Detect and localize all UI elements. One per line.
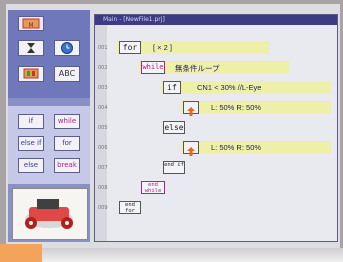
while-condition[interactable]: 無条件ループ — [175, 63, 220, 74]
clock-icon — [61, 42, 73, 54]
row-number: 008 — [98, 185, 108, 191]
else-button[interactable]: else — [18, 158, 44, 173]
row-number: 002 — [98, 65, 108, 71]
row-number: 004 — [98, 105, 108, 111]
row-number: 005 — [98, 125, 108, 131]
palette-top-panel: M ABC — [8, 10, 90, 98]
for-count[interactable]: [ × 2 ] — [153, 43, 172, 52]
palette-control-panel: if while else if for else break — [8, 106, 90, 184]
row-number: 006 — [98, 145, 108, 151]
end-for-block[interactable]: end for — [119, 201, 141, 214]
hourglass-icon — [27, 43, 35, 53]
else-if-button[interactable]: else if — [18, 136, 44, 151]
motor-speed[interactable]: L: 50% R: 50% — [211, 103, 261, 112]
if-condition[interactable]: CN1 < 30% //L-Eye — [197, 83, 261, 92]
end-while-block[interactable]: end while — [141, 181, 165, 194]
break-button[interactable]: break — [54, 158, 80, 173]
motor-arrow-icon — [187, 107, 195, 116]
for-button[interactable]: for — [54, 136, 80, 151]
mode-button[interactable]: M — [18, 16, 44, 31]
motor-block[interactable] — [183, 141, 199, 156]
monitor-icon — [23, 68, 39, 79]
row-number: 003 — [98, 85, 108, 91]
motor-speed[interactable]: L: 50% R: 50% — [211, 143, 261, 152]
svg-text:M: M — [28, 22, 33, 29]
while-button[interactable]: while — [54, 114, 80, 129]
program-editor-window: Main - [NewFile1.prj] 001 002 003 004 00… — [94, 14, 338, 242]
else-block[interactable]: else — [163, 121, 185, 134]
row-number: 001 — [98, 45, 108, 51]
row-number: 009 — [98, 205, 108, 211]
robot-car-icon — [25, 199, 73, 229]
for-block[interactable]: for — [119, 41, 141, 54]
robot-mode-icon: M — [22, 18, 40, 29]
text-button[interactable]: ABC — [54, 66, 80, 82]
block-palette: M ABC if while else if for else break — [8, 10, 90, 242]
robot-preview — [12, 188, 88, 240]
monitor-bezel — [0, 248, 343, 262]
end-if-block[interactable]: end if — [163, 161, 185, 174]
motor-arrow-icon — [187, 147, 195, 156]
if-block[interactable]: if — [163, 81, 181, 94]
clock-button[interactable] — [54, 40, 80, 56]
display-button[interactable] — [18, 66, 44, 82]
row-number: 007 — [98, 165, 108, 171]
window-title: Main - [NewFile1.prj] — [95, 15, 337, 25]
while-block[interactable]: while — [141, 61, 165, 74]
timer-button[interactable] — [18, 40, 44, 56]
if-button[interactable]: if — [18, 114, 44, 129]
orange-sticker — [0, 244, 42, 262]
motor-block[interactable] — [183, 101, 199, 116]
